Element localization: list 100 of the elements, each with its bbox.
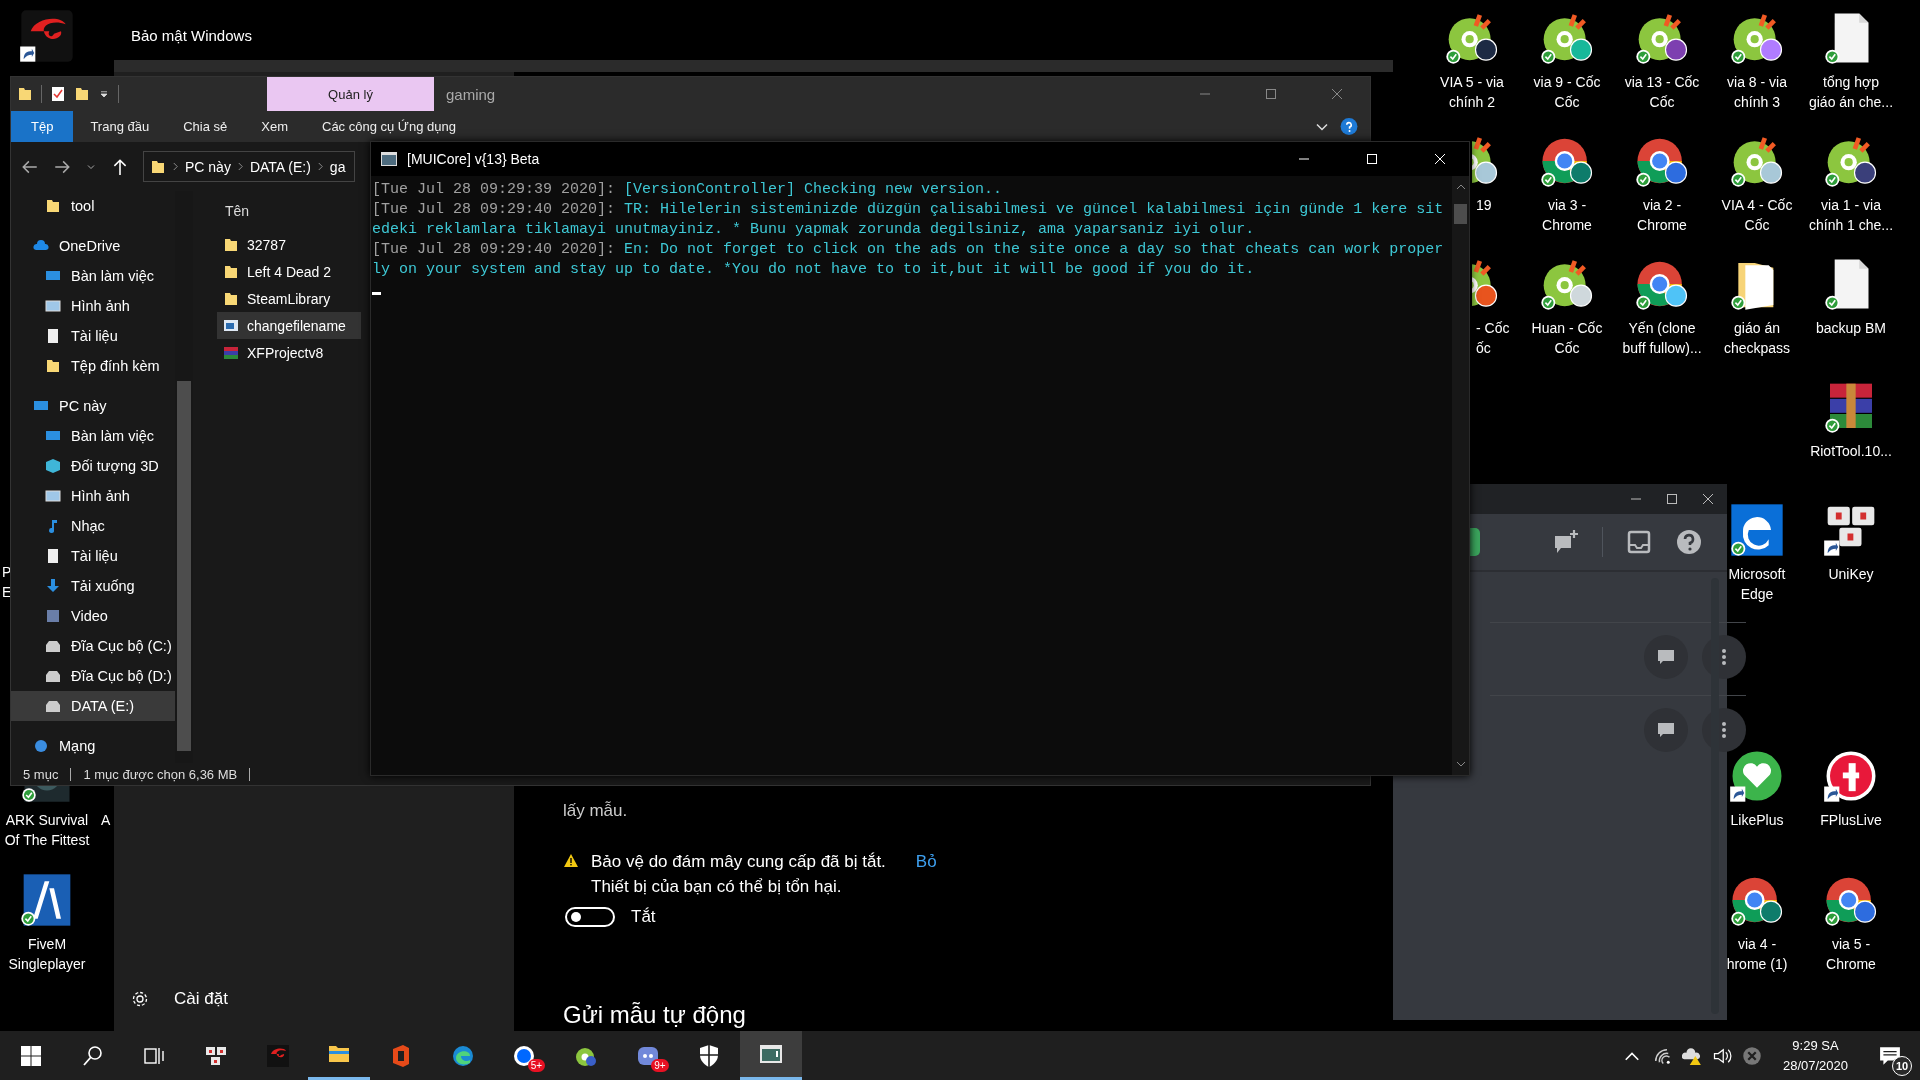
folder-icon[interactable] <box>74 86 90 102</box>
scroll-thumb[interactable] <box>1454 204 1467 224</box>
icon-label: P E <box>2 563 12 602</box>
dismiss-link[interactable]: Bỏ <box>915 849 937 874</box>
path-segment[interactable]: ga <box>329 158 346 175</box>
nav-item[interactable]: PC này <box>11 391 175 421</box>
maximize-icon[interactable] <box>1667 494 1677 504</box>
chevron-right-icon[interactable] <box>316 162 324 171</box>
ribbon-tab[interactable]: Tệp <box>11 111 74 142</box>
chat-bubble-icon <box>1656 720 1676 740</box>
nav-item[interactable]: Tệp đính kèm <box>11 351 175 381</box>
chevron-right-icon[interactable] <box>236 162 244 171</box>
nav-item[interactable]: Tài liệu <box>11 321 175 351</box>
message-button[interactable] <box>1644 635 1688 679</box>
chevron-right-icon[interactable] <box>172 162 179 171</box>
folder-icon <box>45 358 61 374</box>
context-tab[interactable]: Quản lý <box>267 77 434 111</box>
icon-label: backup BM <box>1815 319 1886 338</box>
settings-link[interactable]: Cài đặt <box>114 989 514 1009</box>
icon-label: ARK Survival Of The Fittest <box>4 811 90 850</box>
app-icon[interactable] <box>19 8 75 64</box>
icon-label: Huan - Cốc Cốc <box>1531 319 1603 358</box>
icon-label: 19 <box>1475 196 1492 215</box>
call-button[interactable] <box>1470 528 1480 556</box>
icon-label: via 8 - via chính 3 <box>1727 73 1787 112</box>
chevron-down-icon[interactable] <box>1455 761 1466 767</box>
warning-icon <box>563 853 579 869</box>
ribbon-tab[interactable]: Chia sẻ <box>166 111 245 142</box>
close-icon[interactable] <box>1703 494 1713 504</box>
browser-icon <box>450 1043 475 1068</box>
cloud-warning-icon[interactable] <box>1681 1045 1702 1066</box>
ribbon-tab[interactable]: Các công cụ Ứng dụng <box>305 111 473 142</box>
file-item[interactable]: 32787 <box>217 231 361 258</box>
chat-app-button[interactable]: 9+ <box>616 1031 679 1080</box>
icon-label: VIA 4 - Cốc Cốc <box>1721 196 1793 235</box>
nav-item[interactable]: Bàn làm việc <box>11 261 175 291</box>
icon-label: FPlusLive <box>1820 811 1882 830</box>
nav-item[interactable]: Hình ảnh <box>11 291 175 321</box>
folder-icon[interactable] <box>17 86 33 102</box>
chat-app-button[interactable]: 5+ <box>493 1031 556 1080</box>
nav-item[interactable]: DATA (E:) <box>11 691 175 721</box>
icon-label: RiotTool.10... <box>1810 442 1892 461</box>
icon-label: VIA 5 - via chính 2 <box>1440 73 1504 112</box>
file-item[interactable]: Left 4 Dead 2 <box>217 258 361 285</box>
checklist-icon[interactable] <box>50 86 66 102</box>
window-icon <box>223 317 239 334</box>
icon-label: UniKey <box>1828 565 1874 584</box>
picture-icon <box>45 488 61 504</box>
folder-icon <box>150 158 166 175</box>
scrollbar[interactable] <box>1452 176 1469 775</box>
clock[interactable]: 9:29 SA 28/07/2020 <box>1782 1035 1848 1076</box>
path-segment[interactable]: DATA (E:) <box>249 158 311 175</box>
close-circle-icon[interactable] <box>1741 1045 1762 1066</box>
help-icon[interactable] <box>1675 528 1703 556</box>
browser-icon[interactable] <box>1729 502 1785 558</box>
message-button[interactable] <box>1644 708 1688 752</box>
file-item[interactable]: SteamLibrary <box>217 285 361 312</box>
nav-item[interactable]: Bàn làm việc <box>11 421 175 451</box>
description-text: lấy mẫu. <box>563 801 629 821</box>
nav-item[interactable]: Hình ảnh <box>11 481 175 511</box>
window-title: Bảo mật Windows <box>131 26 252 44</box>
nav-item[interactable]: Đĩa Cục bộ (D:) <box>11 661 175 691</box>
chat-bubble-icon <box>1656 647 1676 667</box>
toggle-switch[interactable] <box>565 907 615 927</box>
path-segment[interactable]: PC này <box>185 158 231 175</box>
folder-icon <box>223 290 239 307</box>
folder-icon <box>223 236 239 253</box>
nav-item[interactable]: Đối tượng 3D <box>11 451 175 481</box>
console-app-button[interactable] <box>740 1031 802 1080</box>
nav-item[interactable]: Nhạc <box>11 511 175 541</box>
icon-label: via 9 - Cốc Cốc <box>1533 73 1601 112</box>
status-text: 1 mục được chọn 6,36 MB <box>83 766 238 782</box>
windows-logo-icon <box>18 1043 43 1068</box>
nav-item[interactable]: tool <box>11 191 175 221</box>
column-header[interactable]: Tên <box>217 191 365 231</box>
inbox-icon[interactable] <box>1625 528 1653 556</box>
picture-icon <box>45 298 61 314</box>
file-item[interactable]: changefilename <box>217 312 361 339</box>
file-item[interactable]: XFProjectv8 <box>217 339 361 366</box>
icon-label: A <box>101 811 111 830</box>
notification-button[interactable]: 10 <box>1870 1035 1910 1076</box>
nav-item[interactable]: OneDrive <box>11 231 175 261</box>
toggle-label: Tắt <box>631 907 656 927</box>
nav-item[interactable]: Video <box>11 601 175 631</box>
up-icon[interactable] <box>111 157 129 176</box>
icon-label: via 2 - Chrome <box>1637 196 1687 235</box>
log-line: [Tue Jul 28 09:29:40 2020]: TR: Hilelerin sisteminizde düzgün çalisabilmesi ve güncel kalabilmesi için günde 1 kere sitedeki reklamlara tiklamayi unutmayiniz. * Bunu yapmak zorunda degilsiniz, ama yaparsaniz iyi olur. <box>372 200 1445 240</box>
icon-label: via 4 - hrome (1) <box>1726 935 1788 974</box>
nav-item[interactable]: Mạng <box>11 731 175 761</box>
ribbon-tab[interactable]: Trang đầu <box>73 111 167 142</box>
nav-item[interactable]: Tải xuống <box>11 571 175 601</box>
cube-icon <box>45 458 61 474</box>
nav-item[interactable]: Đĩa Cục bộ (C:) <box>11 631 175 661</box>
settings-icon <box>130 989 150 1009</box>
document-icon <box>45 328 61 344</box>
section-heading: Gửi mẫu tự động <box>563 1001 747 1029</box>
nav-item[interactable]: Tài liệu <box>11 541 175 571</box>
icon-label: FiveM Singleplayer <box>8 935 86 974</box>
ribbon-tab[interactable]: Xem <box>244 111 305 142</box>
drive-icon <box>45 638 61 654</box>
